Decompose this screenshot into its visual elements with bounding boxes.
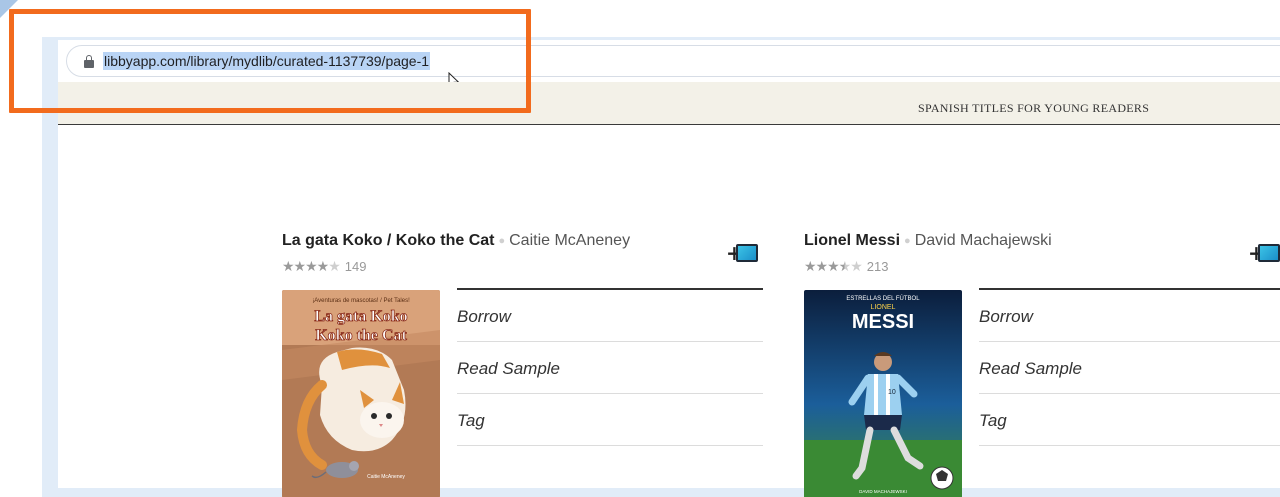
cover-art-koko: ¡Aventuras de mascotas! / Pet Tales! La … xyxy=(282,290,440,497)
read-sample-link[interactable]: Read Sample xyxy=(457,342,763,394)
tag-link[interactable]: Tag xyxy=(457,394,763,446)
rating-count: 149 xyxy=(344,259,367,274)
book-cover[interactable]: ESTRELLAS DEL FÚTBOL LIONEL MESSI 10 DAV… xyxy=(804,290,962,497)
separator-dot: ● xyxy=(498,235,506,247)
book-card: Lionel Messi ● David Machajewski ★★★★★ 213 … xyxy=(804,230,1280,497)
svg-text:La gata Koko: La gata Koko xyxy=(314,308,407,325)
book-author[interactable]: Caitie McAneney xyxy=(509,232,630,249)
tag-icon xyxy=(736,244,758,262)
book-actions: Borrow Read Sample Tag xyxy=(457,288,763,446)
star-empty-icon: ★ xyxy=(328,258,341,274)
book-author[interactable]: David Machajewski xyxy=(915,232,1052,249)
svg-text:Koko the Cat: Koko the Cat xyxy=(315,327,407,344)
rating-stars: ★★★★★ 213 xyxy=(804,258,888,275)
separator-dot: ● xyxy=(904,235,911,247)
highlight-box xyxy=(9,9,531,113)
book-cover[interactable]: ¡Aventuras de mascotas! / Pet Tales! La … xyxy=(282,290,440,497)
list-title: SPANISH TITLES FOR YOUNG READERS xyxy=(918,101,1150,115)
borrow-link[interactable]: Borrow xyxy=(457,290,763,342)
cover-top-text: ESTRELLAS DEL FÚTBOL xyxy=(846,295,920,302)
star-icon: ★★★★ xyxy=(282,258,329,274)
svg-text:DAVID MACHAJEWSKI: DAVID MACHAJEWSKI xyxy=(859,489,907,494)
star-empty-icon: ★ xyxy=(850,258,863,274)
borrow-link[interactable]: Borrow xyxy=(979,290,1280,342)
book-actions: Borrow Read Sample Tag xyxy=(979,288,1280,446)
cover-top-text: ¡Aventuras de mascotas! / Pet Tales! xyxy=(312,298,410,304)
tag-add-button[interactable]: + xyxy=(1248,241,1280,265)
book-title[interactable]: La gata Koko / Koko the Cat xyxy=(282,232,494,249)
rating-count: 213 xyxy=(866,259,889,274)
tag-add-button[interactable]: + xyxy=(726,241,762,265)
svg-text:LIONEL: LIONEL xyxy=(871,304,896,311)
star-icon: ★★★ xyxy=(804,258,840,274)
read-sample-link[interactable]: Read Sample xyxy=(979,342,1280,394)
screenshot: libbyapp.com/library/mydlib/curated-1137… xyxy=(0,0,1280,497)
tag-icon xyxy=(1258,244,1280,262)
svg-text:Caitie McAneney: Caitie McAneney xyxy=(367,474,405,480)
svg-text:10: 10 xyxy=(888,389,896,396)
cover-art-messi: ESTRELLAS DEL FÚTBOL LIONEL MESSI 10 DAV… xyxy=(804,290,962,497)
star-half-icon: ★ xyxy=(838,258,852,274)
book-title[interactable]: Lionel Messi xyxy=(804,232,900,249)
rating-stars: ★★★★★ 149 xyxy=(282,258,366,275)
book-card: La gata Koko / Koko the Cat ● Caitie McAne… xyxy=(282,230,763,497)
svg-text:MESSI: MESSI xyxy=(852,311,914,333)
tag-link[interactable]: Tag xyxy=(979,394,1280,446)
